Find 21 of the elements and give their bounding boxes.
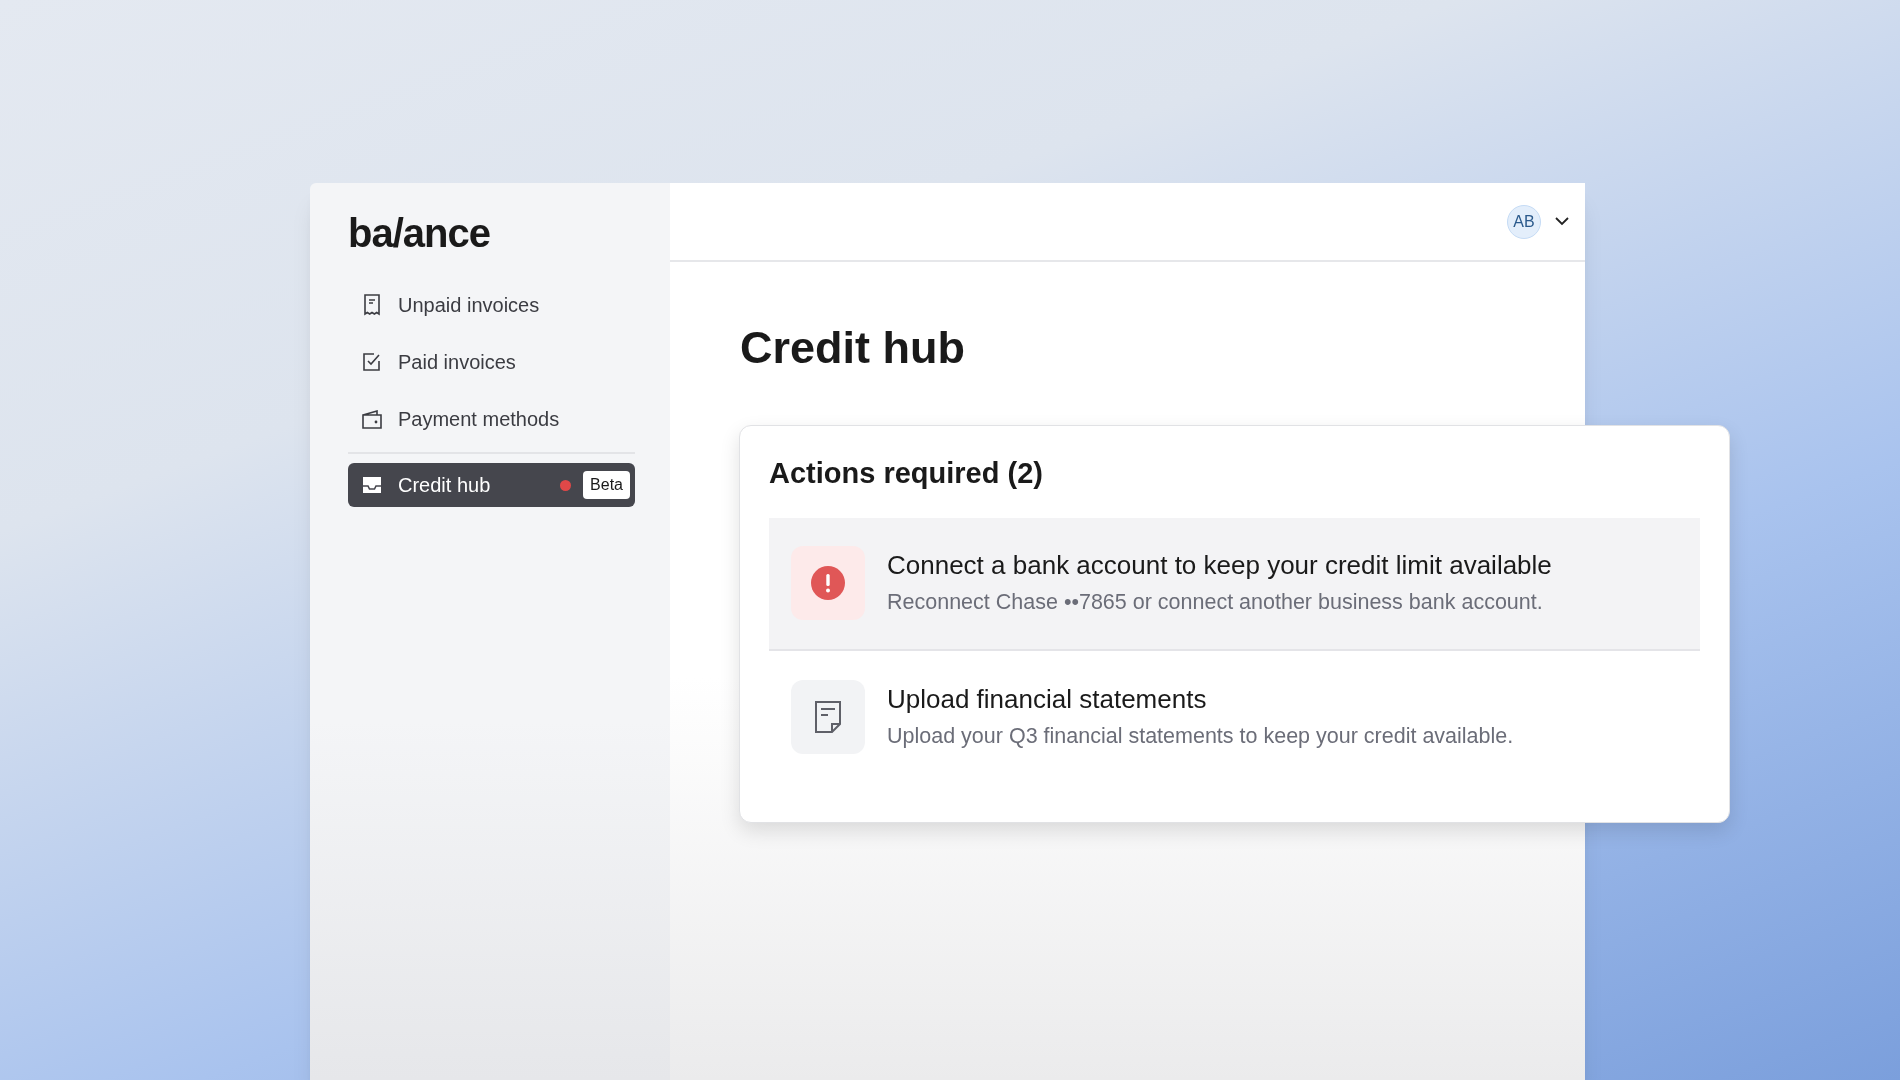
wallet-icon <box>361 409 383 429</box>
card-title: Actions required (2) <box>769 456 1043 491</box>
nav-item[interactable]: Unpaid invoices <box>348 283 635 327</box>
action-title: Upload financial statements <box>887 683 1208 716</box>
inbox-icon <box>362 476 382 494</box>
chevron-down-icon[interactable] <box>1555 217 1569 226</box>
action-description: Upload your Q3 financial statements to keep your credit available. <box>887 722 1514 750</box>
nav-item[interactable]: Paid invoices <box>348 340 635 384</box>
beta-badge: Beta <box>583 471 630 499</box>
logo: ba/ance <box>348 213 490 253</box>
action-title: Connect a bank account to keep your credit limit available <box>887 549 1552 582</box>
nav-item[interactable]: Payment methods <box>348 397 635 441</box>
receipt-icon <box>362 294 382 316</box>
nav-item[interactable]: Credit hub Beta <box>348 463 635 507</box>
action-row[interactable]: Connect a bank account to keep your credit limit available Reconnect Chase ••7865 or connect another business bank account. <box>769 517 1700 651</box>
checkbox-icon <box>362 352 382 372</box>
page-title: Credit hub <box>740 321 965 375</box>
document-icon <box>791 680 865 754</box>
alert-icon <box>791 546 865 620</box>
avatar[interactable]: AB <box>1507 204 1541 239</box>
action-description: Reconnect Chase ••7865 or connect another business bank account. <box>887 588 1544 616</box>
